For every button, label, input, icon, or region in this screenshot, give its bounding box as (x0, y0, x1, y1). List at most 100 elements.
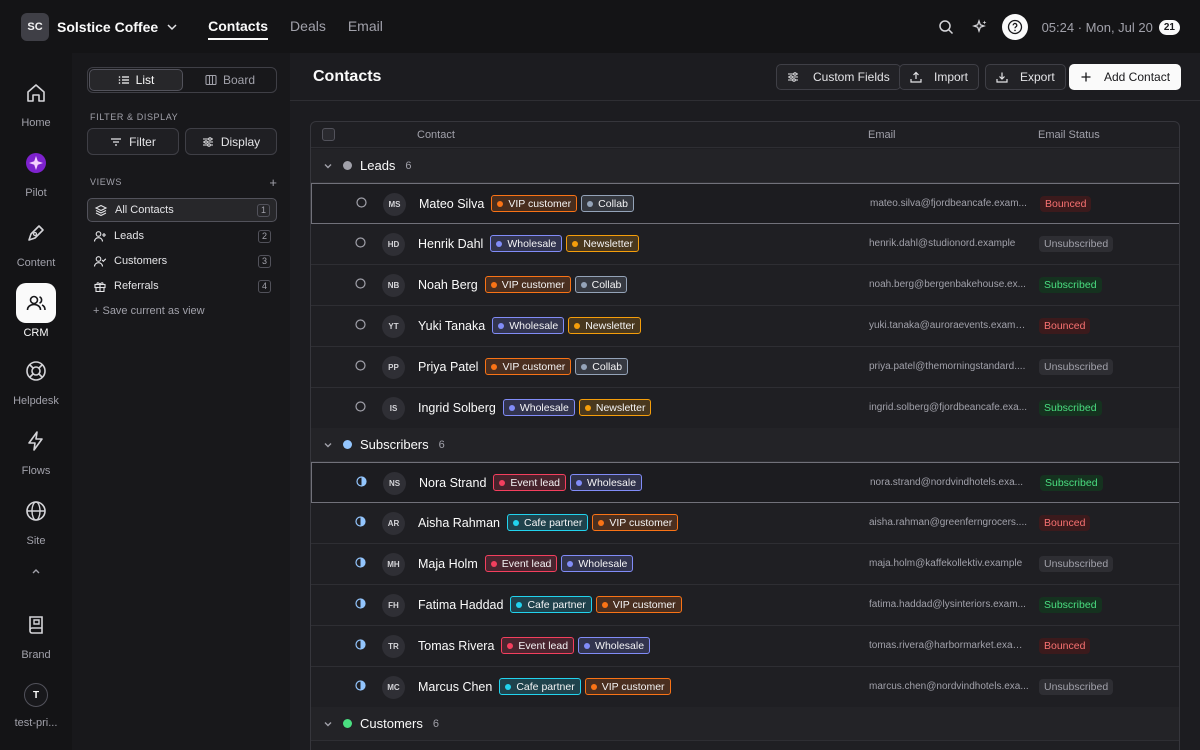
tab-email[interactable]: Email (348, 14, 383, 40)
contact-name[interactable]: Mateo Silva (419, 197, 484, 211)
export-button[interactable]: Export (985, 64, 1066, 90)
contact-name[interactable]: Maja Holm (418, 557, 478, 571)
custom-fields-button[interactable]: Custom Fields (776, 64, 901, 90)
tag-badge: Event lead (493, 474, 567, 491)
tag-list: Cafe partner VIP customer (499, 678, 671, 695)
contact-name[interactable]: Nora Strand (419, 476, 486, 490)
table-row[interactable]: IS Ingrid Solberg Wholesale Newsletter ingri… (311, 388, 1179, 429)
contact-name[interactable]: Aisha Rahman (418, 516, 500, 530)
import-button[interactable]: Import (899, 64, 980, 90)
rail-flows[interactable]: Flows (0, 421, 72, 477)
tag-label: Wholesale (595, 639, 645, 652)
group-count: 6 (432, 717, 439, 730)
tag-badge: Wholesale (570, 474, 643, 491)
empty-circle-icon (355, 278, 366, 289)
gift-icon (94, 281, 106, 292)
table-row[interactable]: MS Mateo Silva VIP customer Collab mateo.sil… (311, 183, 1179, 224)
tag-badge: Cafe partner (510, 596, 592, 613)
tab-contacts[interactable]: Contacts (208, 14, 269, 40)
rail-brand[interactable]: Brand (0, 605, 72, 661)
avatar: PP (382, 356, 405, 379)
contact-name[interactable]: Ingrid Solberg (418, 401, 496, 415)
column-contact[interactable]: Contact (417, 129, 455, 141)
contact-name[interactable]: Fatima Haddad (418, 598, 503, 612)
tag-dot (581, 363, 588, 370)
rail-content[interactable]: Content (0, 213, 72, 269)
lifebuoy-icon (16, 351, 56, 391)
table-row[interactable]: MH Maja Holm Event lead Wholesale maja.holm@… (311, 544, 1179, 585)
contact-email: henrik.dahl@studionord.example (869, 238, 1016, 249)
rail-site[interactable]: Site (0, 491, 72, 547)
table-row[interactable]: YT Yuki Tanaka Wholesale Newsletter yuki.tan… (311, 306, 1179, 347)
rail-collapse[interactable] (0, 565, 72, 577)
rail-content-label: Content (16, 257, 56, 269)
group-count: 6 (405, 159, 412, 172)
rail-flows-label: Flows (21, 465, 51, 477)
contact-email: noah.berg@bergenbakehouse.ex... (869, 279, 1026, 290)
view-referrals[interactable]: Referrals 4 (87, 274, 277, 298)
rail-home[interactable]: Home (0, 73, 72, 129)
contact-name[interactable]: Marcus Chen (418, 680, 492, 694)
add-view-icon[interactable]: + (269, 175, 277, 190)
rail-helpdesk[interactable]: Helpdesk (0, 351, 72, 407)
empty-circle-icon (355, 319, 366, 330)
clock-text: 05:24 · Mon, Jul 20 (1041, 19, 1153, 35)
contact-name[interactable]: Henrik Dahl (418, 237, 483, 251)
table-row[interactable]: HD Henrik Dahl Wholesale Newsletter henrik.d… (311, 224, 1179, 265)
select-all-checkbox[interactable] (322, 128, 335, 141)
rail-crm-label: CRM (23, 327, 49, 339)
tag-label: Newsletter (583, 237, 633, 250)
tag-dot (574, 322, 581, 329)
table-row[interactable]: MC Marcus Chen Cafe partner VIP customer mar… (311, 667, 1179, 708)
save-view-link[interactable]: + Save current as view (93, 305, 205, 317)
tab-deals[interactable]: Deals (290, 14, 326, 40)
tag-dot (496, 240, 503, 247)
view-leads[interactable]: Leads 2 (87, 224, 277, 248)
table-row[interactable]: TR Tomas Rivera Event lead Wholesale tomas.r… (311, 626, 1179, 667)
add-contact-button[interactable]: Add Contact (1069, 64, 1182, 90)
tag-badge: Cafe partner (507, 514, 589, 531)
rail-user[interactable]: T test-pri... (0, 683, 72, 729)
table-row[interactable]: AR Aisha Rahman Cafe partner VIP customer ai… (311, 503, 1179, 544)
filter-button[interactable]: Filter (87, 128, 179, 155)
board-view-button[interactable]: Board (184, 68, 276, 92)
view-label: Leads (114, 230, 144, 242)
empty-circle-icon (356, 197, 367, 208)
table-row[interactable]: PP Priya Patel VIP customer Collab priya.pat… (311, 347, 1179, 388)
table-row[interactable]: NB Noah Berg VIP customer Collab noah.berg@b… (311, 265, 1179, 306)
group-header-customers[interactable]: Customers 6 (311, 707, 1179, 741)
column-email[interactable]: Email (868, 129, 896, 141)
tag-label: Cafe partner (516, 680, 575, 693)
tag-dot (505, 683, 512, 690)
contact-name[interactable]: Priya Patel (418, 360, 478, 374)
avatar: MH (382, 553, 405, 576)
tag-dot (580, 281, 587, 288)
main-content: Contacts Custom Fields Import Export Add… (290, 53, 1200, 750)
plus-icon (1081, 72, 1091, 82)
group-header-leads[interactable]: Leads 6 (311, 149, 1179, 183)
contact-name[interactable]: Yuki Tanaka (418, 319, 485, 333)
workspace-switcher[interactable]: SC Solstice Coffee (21, 12, 178, 41)
table-row[interactable]: FH Fatima Haddad Cafe partner VIP customer f… (311, 585, 1179, 626)
tag-dot (567, 560, 574, 567)
email-status-badge: Subscribed (1039, 597, 1102, 613)
rail-pilot[interactable]: Pilot (0, 143, 72, 199)
list-view-button[interactable]: List (89, 69, 183, 91)
custom-fields-label: Custom Fields (813, 70, 890, 84)
display-button[interactable]: Display (185, 128, 277, 155)
group-header-subscribers[interactable]: Subscribers 6 (311, 428, 1179, 462)
rail-crm[interactable]: CRM (0, 283, 72, 339)
tag-label: VIP customer (612, 598, 676, 611)
search-icon[interactable] (932, 13, 960, 41)
rail-helpdesk-label: Helpdesk (13, 395, 59, 407)
contact-name[interactable]: Tomas Rivera (418, 639, 494, 653)
contact-name[interactable]: Noah Berg (418, 278, 478, 292)
help-icon[interactable] (1001, 14, 1028, 40)
view-all-contacts[interactable]: All Contacts 1 (87, 198, 277, 222)
view-customers[interactable]: Customers 3 (87, 249, 277, 273)
table-row[interactable]: NS Nora Strand Event lead Wholesale nora.str… (311, 462, 1179, 503)
sparkle-icon[interactable] (966, 13, 994, 41)
board-view-label: Board (222, 73, 256, 87)
column-email-status[interactable]: Email Status (1038, 129, 1100, 141)
filter-icon (111, 137, 122, 146)
